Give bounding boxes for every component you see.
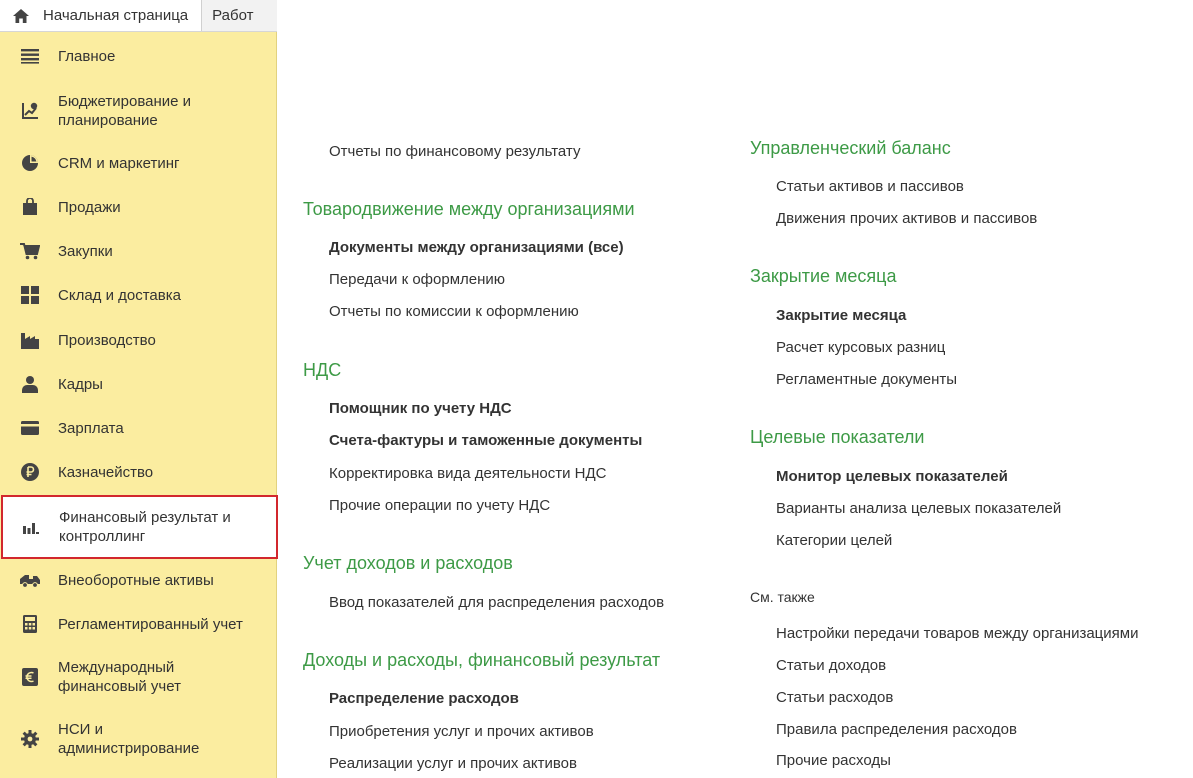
sidebar-item-purchases[interactable]: Закупки bbox=[0, 239, 276, 263]
sidebar-item-salary[interactable]: Зарплата bbox=[0, 416, 276, 440]
link-invoices-customs[interactable]: Счета-фактуры и таможенные документы bbox=[329, 432, 642, 449]
link-exchange-differences[interactable]: Расчет курсовых разниц bbox=[776, 339, 945, 356]
sidebar-item-label: Главное bbox=[58, 47, 116, 65]
sidebar-item-label: Закупки bbox=[58, 242, 113, 260]
section-title-income-expense-accounting: Учет доходов и расходов bbox=[303, 553, 513, 573]
truck-icon bbox=[20, 570, 40, 590]
sidebar-item-production[interactable]: Производство bbox=[0, 328, 276, 352]
sidebar-item-label: Внеоборотные активы bbox=[58, 571, 214, 589]
link-expense-items[interactable]: Статьи расходов bbox=[776, 689, 893, 706]
calculator-icon bbox=[20, 614, 40, 634]
sidebar-item-label: Склад и доставка bbox=[58, 286, 181, 304]
link-other-asset-movements[interactable]: Движения прочих активов и пассивов bbox=[776, 210, 1037, 227]
person-icon bbox=[20, 374, 40, 394]
sidebar-item-crm[interactable]: CRM и маркетинг bbox=[0, 151, 276, 175]
section-title-target-indicators: Целевые показатели bbox=[750, 427, 925, 447]
sidebar-item-label: Производство bbox=[58, 331, 156, 349]
home-icon bbox=[13, 8, 29, 23]
sidebar-item-budgeting[interactable]: Бюджетирование и планирование bbox=[0, 90, 276, 132]
budget-icon bbox=[20, 101, 40, 121]
tab-work[interactable]: Работ bbox=[202, 7, 253, 24]
gear-icon bbox=[20, 729, 40, 749]
sidebar-item-label: Казначейство bbox=[58, 463, 154, 481]
shopping-bag-icon bbox=[20, 197, 40, 217]
link-target-monitor[interactable]: Монитор целевых показателей bbox=[776, 468, 1008, 485]
section-title-income-expense-result: Доходы и расходы, финансовый результат bbox=[303, 650, 661, 670]
sidebar-item-label: Регламентированный учет bbox=[58, 615, 243, 633]
link-asset-liability-items[interactable]: Статьи активов и пассивов bbox=[776, 178, 964, 195]
sidebar-item-label: НСИ и администрирование bbox=[58, 721, 200, 757]
sidebar-item-international-accounting[interactable]: Международный финансовый учет bbox=[0, 656, 276, 698]
link-goal-categories[interactable]: Категории целей bbox=[776, 532, 892, 549]
sidebar-item-label: Продажи bbox=[58, 198, 121, 216]
sidebar-item-admin[interactable]: НСИ и администрирование bbox=[0, 718, 276, 760]
warehouse-grid-icon bbox=[20, 285, 40, 305]
section-title-vat: НДС bbox=[303, 360, 342, 380]
tab-home-label: Начальная страница bbox=[43, 7, 189, 24]
ruble-coin-icon bbox=[20, 462, 40, 482]
sidebar-item-financial-result[interactable]: Финансовый результат и контроллинг bbox=[1, 495, 278, 559]
link-other-expenses[interactable]: Прочие расходы bbox=[776, 752, 891, 769]
link-expense-distribution-rules[interactable]: Правила распределения расходов bbox=[776, 721, 1017, 738]
section-title-management-balance: Управленческий баланс bbox=[750, 138, 951, 158]
sidebar-item-label: Бюджетирование и планирование bbox=[58, 93, 192, 129]
sidebar-item-regulated-accounting[interactable]: Регламентированный учет bbox=[0, 612, 276, 636]
link-commission-reports[interactable]: Отчеты по комиссии к оформлению bbox=[329, 303, 579, 320]
sidebar-item-main[interactable]: Главное bbox=[0, 44, 276, 68]
link-financial-result-reports[interactable]: Отчеты по финансовому результату bbox=[329, 143, 580, 160]
sidebar-item-hr[interactable]: Кадры bbox=[0, 372, 276, 396]
sidebar-item-warehouse[interactable]: Склад и доставка bbox=[0, 283, 276, 307]
cart-icon bbox=[20, 241, 40, 261]
sidebar: Главное Бюджетирование и планирование CR… bbox=[0, 32, 278, 778]
link-regulatory-documents[interactable]: Регламентные документы bbox=[776, 371, 957, 388]
content-area: Отчеты по финансовому результату Товарод… bbox=[277, 0, 1193, 778]
link-service-sales[interactable]: Реализации услуг и прочих активов bbox=[329, 755, 577, 772]
link-service-purchases[interactable]: Приобретения услуг и прочих активов bbox=[329, 723, 594, 740]
sidebar-item-treasury[interactable]: Казначейство bbox=[0, 460, 276, 484]
bar-chart-icon bbox=[21, 517, 41, 537]
sidebar-item-label: Кадры bbox=[58, 375, 103, 393]
link-other-vat-operations[interactable]: Прочие операции по учету НДС bbox=[329, 497, 550, 514]
link-vat-activity-adjustment[interactable]: Корректировка вида деятельности НДС bbox=[329, 465, 606, 482]
link-target-analysis-variants[interactable]: Варианты анализа целевых показателей bbox=[776, 500, 1061, 517]
sidebar-item-sales[interactable]: Продажи bbox=[0, 195, 276, 219]
factory-icon bbox=[20, 330, 40, 350]
link-vat-assistant[interactable]: Помощник по учету НДС bbox=[329, 400, 512, 417]
euro-icon bbox=[20, 667, 40, 687]
menu-lines-icon bbox=[20, 46, 40, 66]
link-income-items[interactable]: Статьи доходов bbox=[776, 657, 886, 674]
link-expense-distribution[interactable]: Распределение расходов bbox=[329, 690, 519, 707]
link-transfers-to-process[interactable]: Передачи к оформлению bbox=[329, 271, 505, 288]
link-intercompany-transfer-settings[interactable]: Настройки передачи товаров между организ… bbox=[776, 625, 1138, 642]
section-title-intercompany: Товародвижение между организациями bbox=[303, 199, 635, 219]
sidebar-item-fixed-assets[interactable]: Внеоборотные активы bbox=[0, 568, 276, 592]
link-intercompany-documents[interactable]: Документы между организациями (все) bbox=[329, 239, 624, 256]
tab-bar: Начальная страница Работ bbox=[0, 0, 277, 32]
sidebar-item-label: Зарплата bbox=[58, 419, 124, 437]
sidebar-item-label: Международный финансовый учет bbox=[58, 659, 181, 695]
pie-chart-icon bbox=[20, 153, 40, 173]
section-title-month-closing: Закрытие месяца bbox=[750, 266, 897, 286]
link-month-closing[interactable]: Закрытие месяца bbox=[776, 307, 906, 324]
sidebar-item-label: CRM и маркетинг bbox=[58, 154, 180, 172]
see-also-title: См. также bbox=[750, 589, 815, 605]
sidebar-item-label: Финансовый результат и контроллинг bbox=[59, 509, 231, 545]
tab-home[interactable]: Начальная страница bbox=[0, 0, 203, 31]
card-icon bbox=[20, 418, 40, 438]
link-expense-distribution-input[interactable]: Ввод показателей для распределения расхо… bbox=[329, 594, 664, 611]
